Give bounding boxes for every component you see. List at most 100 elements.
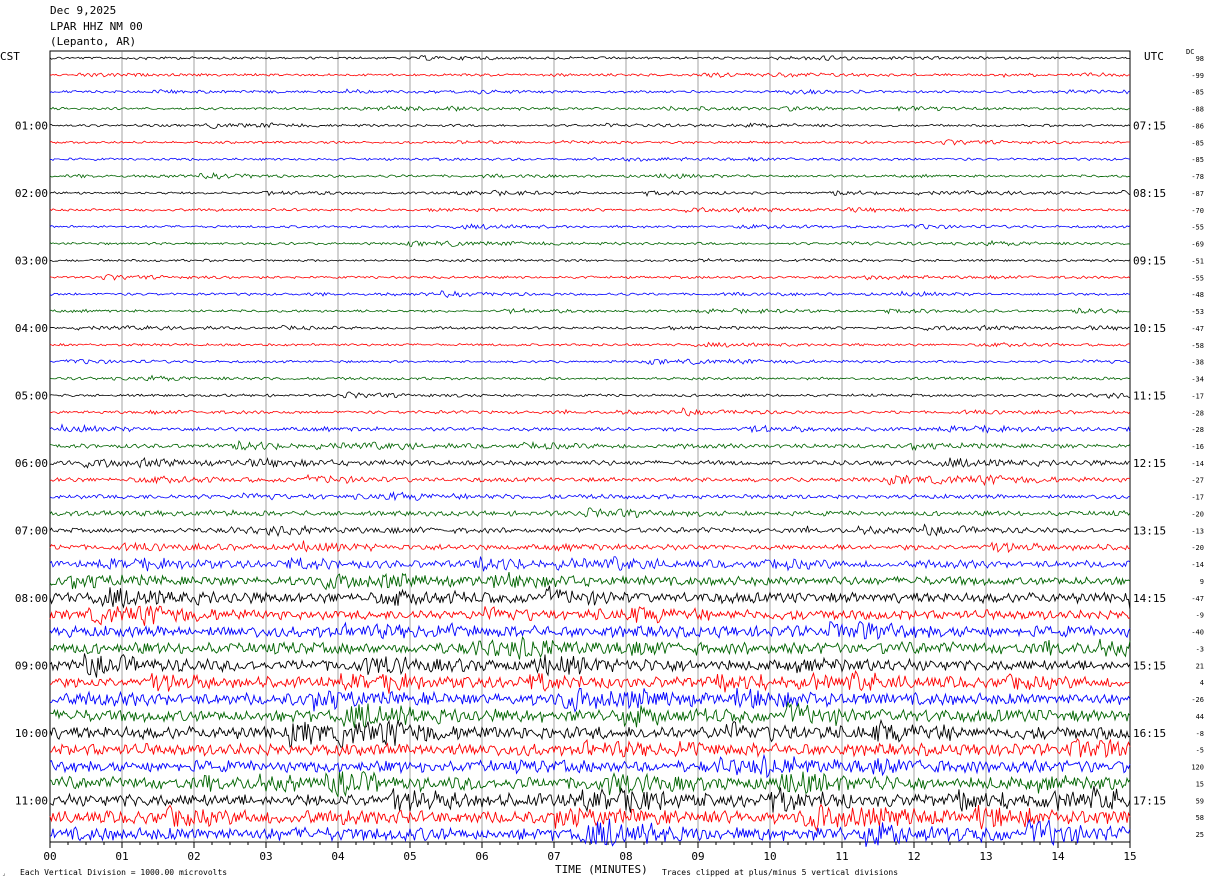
dc-offset-label: -48 <box>1191 291 1204 299</box>
x-tick-label: 09 <box>691 850 704 863</box>
dc-offset-label: -70 <box>1191 207 1204 215</box>
left-hour-label: 03:00 <box>15 254 48 267</box>
left-hour-label: 06:00 <box>15 457 48 470</box>
seismic-trace <box>49 473 1131 487</box>
scale-note: Each Vertical Division = 1000.00 microvo… <box>20 868 228 877</box>
seismic-trace <box>49 122 1131 129</box>
seismic-trace <box>49 490 1131 502</box>
dc-offset-label: -78 <box>1191 173 1204 181</box>
seismic-trace <box>49 391 1131 400</box>
dc-offset-label: -69 <box>1191 241 1204 249</box>
seismic-trace <box>49 523 1131 537</box>
seismic-trace <box>49 290 1131 298</box>
seismic-trace <box>49 700 1131 730</box>
seismic-trace <box>49 341 1131 348</box>
dc-offset-label: 25 <box>1196 831 1204 839</box>
dc-offset-label: -14 <box>1191 460 1204 468</box>
dc-offset-label: -51 <box>1191 257 1204 265</box>
seismic-trace <box>49 54 1131 61</box>
dc-offset-label: -85 <box>1191 89 1204 97</box>
seismic-trace <box>49 223 1131 230</box>
x-tick-label: 00 <box>43 850 56 863</box>
x-tick-label: 15 <box>1123 850 1136 863</box>
seismic-trace <box>49 258 1131 263</box>
seismic-trace <box>49 206 1131 214</box>
seismic-trace <box>49 324 1131 332</box>
seismic-trace <box>49 358 1131 366</box>
seismic-trace <box>49 273 1131 281</box>
dc-offset-label: -5 <box>1196 747 1204 755</box>
seismic-trace <box>49 753 1131 779</box>
dc-offset-label: -26 <box>1191 696 1204 704</box>
dc-offset-label: -14 <box>1191 561 1204 569</box>
x-tick-label: 02 <box>187 850 200 863</box>
dc-offset-label: -13 <box>1191 527 1204 535</box>
helicorder-plot: 00 01 02 03 04 05 06 07 08 09 10 11 12 13 14 1598-99-85… <box>15 50 1204 863</box>
x-tick-label: 12 <box>907 850 920 863</box>
seismic-trace <box>49 785 1131 813</box>
right-hour-label: 08:15 <box>1133 187 1166 200</box>
seismic-trace <box>49 507 1131 519</box>
dc-offset-label: 120 <box>1191 764 1204 772</box>
seismic-trace <box>49 374 1131 382</box>
right-hour-label: 07:15 <box>1133 119 1166 132</box>
dc-offset-label: -40 <box>1191 629 1204 637</box>
dc-offset-label: -8 <box>1196 730 1204 738</box>
seismic-trace <box>49 770 1131 798</box>
left-hour-label: 09:00 <box>15 659 48 672</box>
seismic-trace <box>49 620 1131 640</box>
seismic-trace <box>49 803 1131 832</box>
seismic-trace <box>49 669 1131 694</box>
dc-offset-label: -16 <box>1191 443 1204 451</box>
x-tick-label: 03 <box>259 850 272 863</box>
dc-offset-label: -28 <box>1191 426 1204 434</box>
left-hour-label: 02:00 <box>15 187 48 200</box>
seismic-trace <box>49 156 1131 163</box>
dc-offset-label: 21 <box>1196 662 1204 670</box>
seismic-trace <box>49 635 1131 660</box>
dc-offset-label: -38 <box>1191 359 1204 367</box>
dc-offset-label: -17 <box>1191 494 1204 502</box>
seismic-trace <box>49 423 1131 434</box>
dc-offset-label: -53 <box>1191 308 1204 316</box>
dc-offset-label: -9 <box>1196 612 1204 620</box>
right-hour-label: 10:15 <box>1133 322 1166 335</box>
x-tick-label: 08 <box>619 850 632 863</box>
seismic-trace <box>49 585 1131 610</box>
dc-offset-label: -28 <box>1191 409 1204 417</box>
seismic-trace <box>49 139 1131 146</box>
dc-offset-label: 98 <box>1196 55 1204 63</box>
dc-offset-label: 15 <box>1196 780 1204 788</box>
x-tick-label: 13 <box>979 850 992 863</box>
dc-offset-label: -27 <box>1191 477 1204 485</box>
left-hour-label: 10:00 <box>15 727 48 740</box>
left-hour-label: 05:00 <box>15 389 48 402</box>
dc-offset-label: 58 <box>1196 814 1204 822</box>
dc-offset-label: -55 <box>1191 274 1204 282</box>
dc-offset-label: 59 <box>1196 797 1204 805</box>
seismic-trace <box>49 605 1131 626</box>
dc-offset-label: 9 <box>1200 578 1204 586</box>
seismic-trace <box>49 440 1131 451</box>
right-hour-label: 13:15 <box>1133 524 1166 537</box>
dc-offset-label: -85 <box>1191 156 1204 164</box>
dc-offset-label: -58 <box>1191 342 1204 350</box>
corner-mark: ⌟ <box>2 870 6 877</box>
right-hour-label: 17:15 <box>1133 794 1166 807</box>
right-hour-label: 14:15 <box>1133 592 1166 605</box>
dc-offset-label: -20 <box>1191 510 1204 518</box>
seismic-trace <box>49 687 1131 713</box>
dc-offset-label: -47 <box>1191 325 1204 333</box>
x-tick-label: 14 <box>1051 850 1065 863</box>
seismic-trace <box>49 105 1131 112</box>
x-tick-label: 05 <box>403 850 416 863</box>
left-hour-label: 04:00 <box>15 322 48 335</box>
seismic-trace <box>49 72 1131 78</box>
x-tick-label: 04 <box>331 850 345 863</box>
seismic-trace <box>49 407 1131 417</box>
right-hour-label: 11:15 <box>1133 389 1166 402</box>
x-tick-label: 01 <box>115 850 128 863</box>
clip-note: Traces clipped at plus/minus 5 vertical … <box>662 868 899 877</box>
seismic-trace <box>49 718 1131 748</box>
seismic-trace <box>49 171 1131 180</box>
